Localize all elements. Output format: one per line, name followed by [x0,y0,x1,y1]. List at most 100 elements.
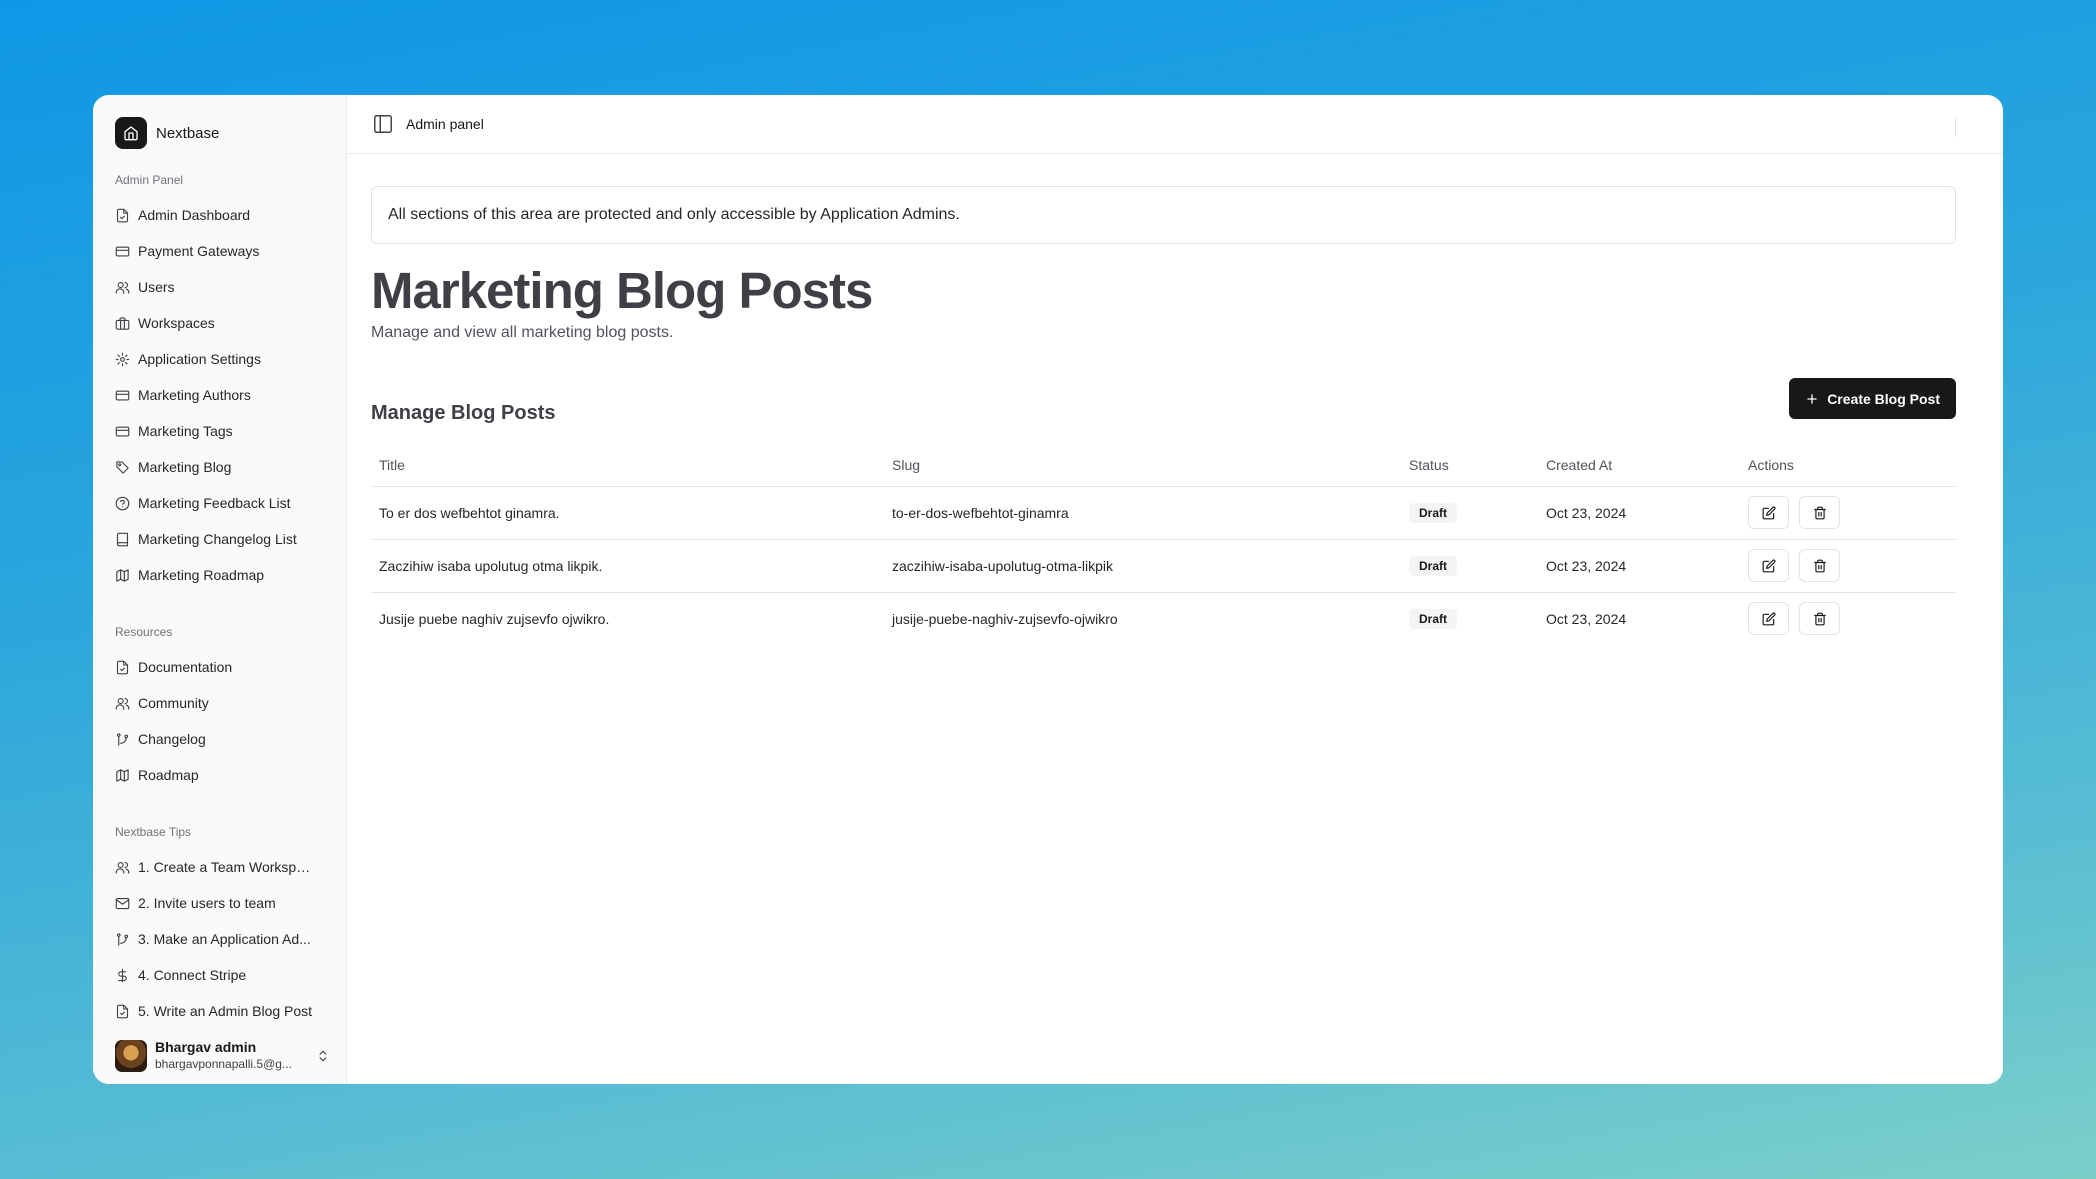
sidebar-item-label: 5. Write an Admin Blog Post [138,1003,313,1019]
sidebar-item-label: Documentation [138,659,233,675]
column-actions: Actions [1740,445,1956,487]
avatar [115,1039,147,1072]
plus-icon [1807,393,1817,404]
edit-icon [1762,559,1775,572]
table-header-row: Title Slug Status Created At Actions [371,445,1956,487]
topbar: Admin panel [347,95,2003,154]
post-slug: zaczihiw-isaba-upolutug-otma-likpik [884,539,1401,593]
credit-card-icon [115,390,130,400]
sidebar-item-marketing-blog[interactable]: Marketing Blog [115,449,346,485]
divider [1955,117,1956,137]
status-badge: Draft [1409,608,1458,629]
edit-button[interactable] [1748,496,1789,529]
edit-button[interactable] [1748,549,1789,582]
briefcase-icon [115,316,130,330]
sidebar-item-1-create-a-team-workspace[interactable]: 1. Create a Team Workspace [115,849,346,885]
user-menu[interactable]: Bhargav admin bhargavponnapalli.5@g... [115,1039,330,1072]
home-icon [115,117,147,149]
sidebar-item-admin-dashboard[interactable]: Admin Dashboard [115,197,346,233]
admin-nav-group: Admin Panel Admin Dashboard Payment Gatew… [115,173,346,593]
delete-button[interactable] [1799,549,1840,582]
post-slug: to-er-dos-wefbehtot-ginamra [884,486,1401,540]
sidebar-item-roadmap[interactable]: Roadmap [115,757,346,793]
tips-nav-group: Nextbase Tips 1. Create a Team Workspace… [115,825,346,1029]
book-icon [116,532,129,546]
sidebar-toggle-icon[interactable] [372,113,394,135]
app-window: Nextbase Admin Panel Admin Dashboard Paym… [93,95,2003,1084]
sidebar-item-documentation[interactable]: Documentation [115,649,346,685]
credit-card-icon [115,246,130,256]
git-branch-icon [116,732,129,746]
file-icon [116,208,129,222]
sidebar-item-marketing-roadmap[interactable]: Marketing Roadmap [115,557,346,593]
sidebar-item-marketing-authors[interactable]: Marketing Authors [115,377,346,413]
sidebar: Nextbase Admin Panel Admin Dashboard Paym… [93,95,346,1084]
sidebar-item-label: Roadmap [138,767,199,783]
delete-button[interactable] [1799,496,1840,529]
sidebar-item-marketing-feedback-list[interactable]: Marketing Feedback List [115,485,346,521]
sidebar-item-3-make-an-application-ad[interactable]: 3. Make an Application Ad... [115,921,346,957]
dollar-icon [118,968,127,982]
sidebar-item-label: Marketing Feedback List [138,495,291,511]
brand-name: Nextbase [156,124,220,142]
blog-posts-table: Title Slug Status Created At Actions To … [371,445,1956,645]
admin-panel-label: Admin Panel [115,173,184,187]
resources-nav-group: Resources Documentation Community Changelo… [115,625,346,793]
user-name: Bhargav admin [155,1039,257,1055]
sidebar-item-payment-gateways[interactable]: Payment Gateways [115,233,346,269]
sidebar-item-label: Application Settings [138,351,261,367]
sidebar-item-label: Marketing Blog [138,459,232,475]
map-icon [116,768,129,782]
edit-icon [1762,506,1775,519]
sidebar-item-4-connect-stripe[interactable]: 4. Connect Stripe [115,957,346,993]
column-created-at[interactable]: Created At [1538,445,1740,487]
create-blog-post-label: Create Blog Post [1827,390,1940,407]
delete-button[interactable] [1799,602,1840,636]
sidebar-item-workspaces[interactable]: Workspaces [115,305,346,341]
post-created-at: Oct 23, 2024 [1546,610,1627,627]
gear-icon [115,352,130,366]
trash-icon [1813,559,1826,572]
sidebar-item-marketing-changelog-list[interactable]: Marketing Changelog List [115,521,346,557]
column-status[interactable]: Status [1401,445,1538,487]
sidebar-item-label: Users [138,279,175,295]
sidebar-item-2-invite-users-to-team[interactable]: 2. Invite users to team [115,885,346,921]
credit-card-icon [115,426,130,436]
file-icon [116,660,129,674]
sidebar-item-changelog[interactable]: Changelog [115,721,346,757]
column-slug[interactable]: Slug [884,445,1401,487]
trash-icon [1813,506,1826,519]
create-blog-post-button[interactable]: Create Blog Post [1789,378,1956,419]
page-title: Marketing Blog Posts [371,262,873,319]
sidebar-item-application-settings[interactable]: Application Settings [115,341,346,377]
sidebar-item-marketing-tags[interactable]: Marketing Tags [115,413,346,449]
sidebar-item-label: Marketing Authors [138,387,251,403]
sidebar-item-label: 1. Create a Team Workspace [138,859,318,875]
sidebar-item-label: Changelog [138,731,206,747]
table-row[interactable]: Jusije puebe naghiv zujsevfo ojwikro. jus… [371,592,1956,645]
sidebar-item-5-write-an-admin-blog-post[interactable]: 5. Write an Admin Blog Post [115,993,346,1029]
sidebar-item-label: Marketing Roadmap [138,567,265,583]
main-panel: Admin panel All sections of this area ar… [346,95,2003,1084]
post-slug: jusije-puebe-naghiv-zujsevfo-ojwikro [892,610,1118,627]
breadcrumb: Admin panel [406,116,484,132]
sidebar-item-label: 2. Invite users to team [138,895,276,911]
status-badge: Draft [1409,555,1458,576]
tips-label: Nextbase Tips [115,825,192,839]
sidebar-item-label: 3. Make an Application Ad... [138,931,311,947]
table-row[interactable]: To er dos wefbehtot ginamra. to-er-dos-we… [371,486,1956,540]
mail-icon [115,897,130,909]
resources-label: Resources [115,625,173,639]
chevrons-up-down-icon [319,1050,327,1061]
file-icon [116,1004,129,1018]
status-badge: Draft [1409,502,1458,523]
edit-button[interactable] [1748,602,1789,636]
brand[interactable]: Nextbase [115,117,346,149]
sidebar-item-community[interactable]: Community [115,685,346,721]
post-created-at: Oct 23, 2024 [1538,539,1740,593]
column-title[interactable]: Title [371,445,884,487]
edit-icon [1762,612,1775,626]
users-icon [115,861,130,874]
sidebar-item-users[interactable]: Users [115,269,346,305]
table-row[interactable]: Zaczihiw isaba upolutug otma likpik. zacz… [371,539,1956,593]
